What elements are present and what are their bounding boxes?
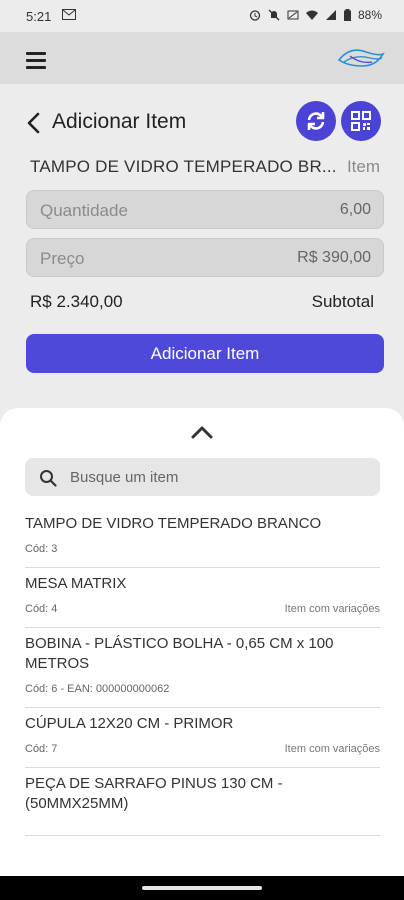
list-item-name: PEÇA DE SARRAFO PINUS 130 CM - (50MMX25M… <box>25 775 283 812</box>
list-item[interactable]: PEÇA DE SARRAFO PINUS 130 CM - (50MMX25M… <box>25 768 380 836</box>
refresh-button[interactable] <box>296 101 336 141</box>
brand-logo <box>337 49 385 67</box>
quantity-value[interactable]: 6,00 <box>340 201 371 219</box>
status-icons: 88% <box>249 8 382 22</box>
battery-level: 88% <box>357 8 382 22</box>
search-placeholder: Busque um item <box>70 469 179 486</box>
status-time: 5:21 <box>26 9 52 24</box>
subtotal-value: R$ 2.340,00 <box>30 292 123 311</box>
wifi-icon <box>305 10 318 20</box>
selected-item-name: TAMPO DE VIDRO TEMPERADO BR... <box>30 157 337 176</box>
subtotal-label: Subtotal <box>311 292 374 311</box>
battery-icon <box>343 9 351 21</box>
qr-scan-button[interactable] <box>341 101 381 141</box>
list-item-code: Cód: 4 <box>25 603 58 615</box>
sync-icon <box>307 112 325 130</box>
app-bar <box>0 32 404 84</box>
system-nav-bar <box>0 876 404 900</box>
price-value[interactable]: R$ 390,00 <box>297 249 371 267</box>
add-item-button[interactable]: Adicionar Item <box>26 334 384 373</box>
quantity-field[interactable]: Quantidade 6,00 <box>26 190 384 229</box>
hamburger-menu-icon[interactable] <box>26 52 46 69</box>
list-item-code: Cód: 6 - EAN: 000000000062 <box>25 683 170 695</box>
search-icon <box>40 470 57 487</box>
list-item-variant: Item com variações <box>284 603 380 615</box>
home-gesture-handle[interactable] <box>142 886 262 890</box>
list-item[interactable]: BOBINA - PLÁSTICO BOLHA - 0,65 CM x 100 … <box>25 628 380 708</box>
selected-item-type: Item <box>346 157 380 176</box>
price-field[interactable]: Preço R$ 390,00 <box>26 238 384 277</box>
list-item-name: CÚPULA 12X20 CM - PRIMOR <box>25 715 234 732</box>
list-item-name: BOBINA - PLÁSTICO BOLHA - 0,65 CM x 100 … <box>25 635 334 672</box>
list-item-code: Cód: 7 <box>25 743 58 755</box>
list-item[interactable]: CÚPULA 12X20 CM - PRIMOR Cód: 7 Item com … <box>25 708 380 768</box>
list-item-name: MESA MATRIX <box>25 575 127 592</box>
alarm-icon <box>249 10 261 21</box>
mail-icon <box>62 9 76 23</box>
data-icon <box>287 10 299 20</box>
page-title: Adicionar Item <box>52 110 187 133</box>
mute-icon <box>268 9 280 21</box>
status-bar: 5:21 88% <box>0 0 404 32</box>
item-picker-sheet: Busque um item TAMPO DE VIDRO TEMPERADO … <box>0 408 404 900</box>
chevron-up-icon[interactable] <box>190 424 214 440</box>
list-item-variant: Item com variações <box>284 743 380 755</box>
list-item[interactable]: TAMPO DE VIDRO TEMPERADO BRANCO Cód: 3 <box>25 508 380 568</box>
list-item[interactable]: MESA MATRIX Cód: 4 Item com variações <box>25 568 380 628</box>
item-list: TAMPO DE VIDRO TEMPERADO BRANCO Cód: 3 M… <box>25 508 380 836</box>
qr-code-icon <box>351 111 371 131</box>
list-item-name: TAMPO DE VIDRO TEMPERADO BRANCO <box>25 515 322 532</box>
search-input[interactable]: Busque um item <box>25 458 380 496</box>
price-label: Preço <box>40 249 85 268</box>
signal-icon <box>325 10 336 20</box>
quantity-label: Quantidade <box>40 201 128 220</box>
chevron-left-icon[interactable] <box>24 111 44 135</box>
list-item-code: Cód: 3 <box>25 543 58 555</box>
